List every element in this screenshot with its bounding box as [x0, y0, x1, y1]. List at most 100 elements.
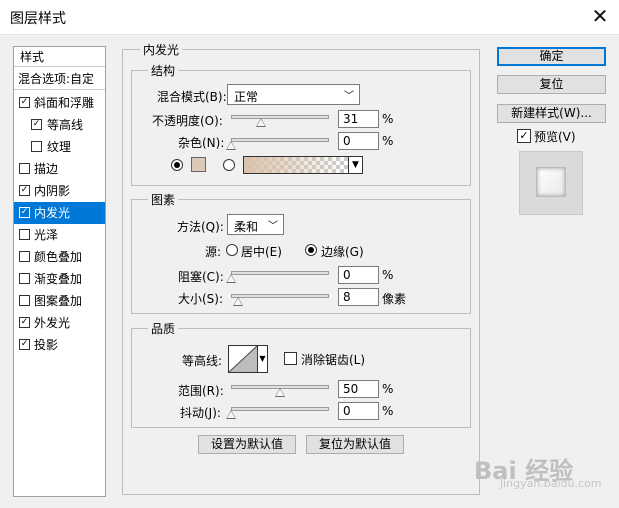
- sidebar-item[interactable]: 光泽: [14, 224, 105, 246]
- styles-sidebar: 样式 混合选项:自定 ✓ 斜面和浮雕 ✓ 等高线 纹理 描边 ✓ 内阴影 ✓ 内发光 光泽 颜色叠加渐…: [13, 46, 106, 497]
- sidebar-item[interactable]: ✓ 内阴影: [14, 180, 105, 202]
- contour-label: 等高线:: [182, 354, 223, 368]
- sidebar-item[interactable]: ✓ 投影: [14, 334, 105, 356]
- close-icon[interactable]: ✕: [586, 2, 614, 30]
- sidebar-item-checkbox[interactable]: ✓: [31, 119, 42, 130]
- sidebar-item[interactable]: 描边: [14, 158, 105, 180]
- method-select[interactable]: 柔和 ﹀: [227, 214, 284, 235]
- make-default-button[interactable]: 设置为默认值: [198, 435, 296, 454]
- sidebar-item-checkbox[interactable]: [19, 163, 30, 174]
- sidebar-item-checkbox[interactable]: ✓: [19, 97, 30, 108]
- choke-label: 阻塞(C):: [178, 270, 224, 284]
- sidebar-item-checkbox[interactable]: [19, 295, 30, 306]
- sidebar-item-label: 内阴影: [34, 184, 71, 198]
- choke-slider[interactable]: [231, 271, 329, 275]
- range-slider-handle[interactable]: [275, 388, 285, 397]
- contour-curve-icon: [229, 346, 257, 372]
- size-slider-handle[interactable]: [233, 297, 243, 306]
- sidebar-item-label: 斜面和浮雕: [34, 96, 95, 110]
- jitter-label: 抖动(J):: [180, 406, 221, 420]
- opacity-slider-handle[interactable]: [256, 118, 266, 127]
- noise-slider[interactable]: [231, 138, 329, 142]
- sidebar-item[interactable]: 图案叠加: [14, 290, 105, 312]
- antialias-label: 消除锯齿(L): [301, 353, 366, 367]
- size-slider[interactable]: [231, 294, 329, 298]
- sidebar-item-checkbox[interactable]: ✓: [19, 317, 30, 328]
- glow-color-swatch[interactable]: [191, 157, 206, 172]
- sidebar-item[interactable]: ✓ 内发光: [14, 202, 105, 224]
- preview-thumbnail: [536, 167, 566, 197]
- preview-checkbox[interactable]: ✓: [517, 129, 531, 143]
- source-edge-label: 边缘(G): [321, 245, 364, 259]
- contour-dropdown-icon[interactable]: ▼: [258, 345, 268, 373]
- chevron-down-icon: ﹀: [268, 221, 278, 232]
- choke-slider-handle[interactable]: [226, 274, 236, 283]
- watermark-url: jingyan.baidu.com: [500, 477, 602, 490]
- color-mode-radio[interactable]: [171, 159, 183, 171]
- gradient-mode-radio[interactable]: [223, 159, 235, 171]
- sidebar-item-label: 外发光: [34, 316, 71, 330]
- blend-mode-label: 混合模式(B):: [157, 90, 227, 104]
- noise-slider-handle[interactable]: [226, 141, 236, 150]
- opacity-label: 不透明度(O):: [152, 114, 223, 128]
- sidebar-item-label: 图案叠加: [34, 294, 83, 308]
- sidebar-item-label: 纹理: [47, 140, 72, 154]
- sidebar-item[interactable]: 颜色叠加: [14, 246, 105, 268]
- gradient-dropdown-icon[interactable]: ▼: [348, 156, 363, 174]
- ok-button[interactable]: 确定: [497, 47, 606, 66]
- sidebar-item[interactable]: 渐变叠加: [14, 268, 105, 290]
- method-value: 柔和: [234, 220, 259, 234]
- sidebar-item-checkbox[interactable]: [19, 251, 30, 262]
- opacity-slider[interactable]: [231, 115, 329, 119]
- gradient-picker[interactable]: [243, 156, 349, 174]
- source-edge-radio[interactable]: [305, 244, 317, 256]
- jitter-slider[interactable]: [231, 407, 329, 411]
- sidebar-item-label: 等高线: [47, 118, 84, 132]
- sidebar-item[interactable]: ✓ 外发光: [14, 312, 105, 334]
- noise-label: 杂色(N):: [178, 136, 225, 150]
- choke-unit: %: [382, 268, 394, 282]
- chevron-down-icon: ﹀: [344, 91, 354, 102]
- jitter-input[interactable]: 0: [338, 402, 379, 420]
- sidebar-item-label: 投影: [34, 338, 59, 352]
- opacity-unit: %: [382, 112, 394, 126]
- size-label: 大小(S):: [178, 292, 224, 306]
- sidebar-item-label: 光泽: [34, 228, 59, 242]
- sidebar-item[interactable]: ✓ 等高线: [14, 114, 105, 136]
- size-unit: 像素: [382, 292, 407, 306]
- new-style-button[interactable]: 新建样式(W)...: [497, 104, 606, 123]
- size-input[interactable]: 8: [338, 288, 379, 306]
- reset-button[interactable]: 复位: [497, 75, 606, 94]
- preview-label: 预览(V): [534, 130, 576, 144]
- source-center-radio[interactable]: [226, 244, 238, 256]
- opacity-input[interactable]: 31: [338, 110, 379, 128]
- method-label: 方法(Q):: [177, 220, 224, 234]
- sidebar-item[interactable]: 纹理: [14, 136, 105, 158]
- sidebar-item-checkbox[interactable]: ✓: [19, 185, 30, 196]
- choke-input[interactable]: 0: [338, 266, 379, 284]
- range-unit: %: [382, 382, 394, 396]
- sidebar-item-checkbox[interactable]: ✓: [19, 339, 30, 350]
- elements-title: 图素: [148, 191, 179, 208]
- sidebar-item-checkbox[interactable]: [31, 141, 42, 152]
- noise-unit: %: [382, 134, 394, 148]
- antialias-checkbox[interactable]: [284, 352, 297, 365]
- structure-title: 结构: [148, 62, 179, 79]
- source-label: 源:: [205, 245, 222, 259]
- title-bar: 图层样式 ✕: [0, 0, 619, 35]
- range-label: 范围(R):: [178, 384, 224, 398]
- sidebar-item-blend-options[interactable]: 混合选项:自定: [14, 68, 105, 90]
- range-input[interactable]: 50: [338, 380, 379, 398]
- sidebar-item-label: 描边: [34, 162, 59, 176]
- source-center-label: 居中(E): [241, 245, 282, 259]
- reset-default-button[interactable]: 复位为默认值: [306, 435, 404, 454]
- noise-input[interactable]: 0: [338, 132, 379, 150]
- blend-mode-select[interactable]: 正常 ﹀: [227, 84, 360, 105]
- sidebar-item[interactable]: ✓ 斜面和浮雕: [14, 92, 105, 114]
- contour-preview[interactable]: [228, 345, 258, 373]
- sidebar-item-checkbox[interactable]: [19, 229, 30, 240]
- sidebar-item-checkbox[interactable]: ✓: [19, 207, 30, 218]
- jitter-slider-handle[interactable]: [226, 410, 236, 419]
- blend-mode-value: 正常: [234, 90, 259, 104]
- sidebar-item-checkbox[interactable]: [19, 273, 30, 284]
